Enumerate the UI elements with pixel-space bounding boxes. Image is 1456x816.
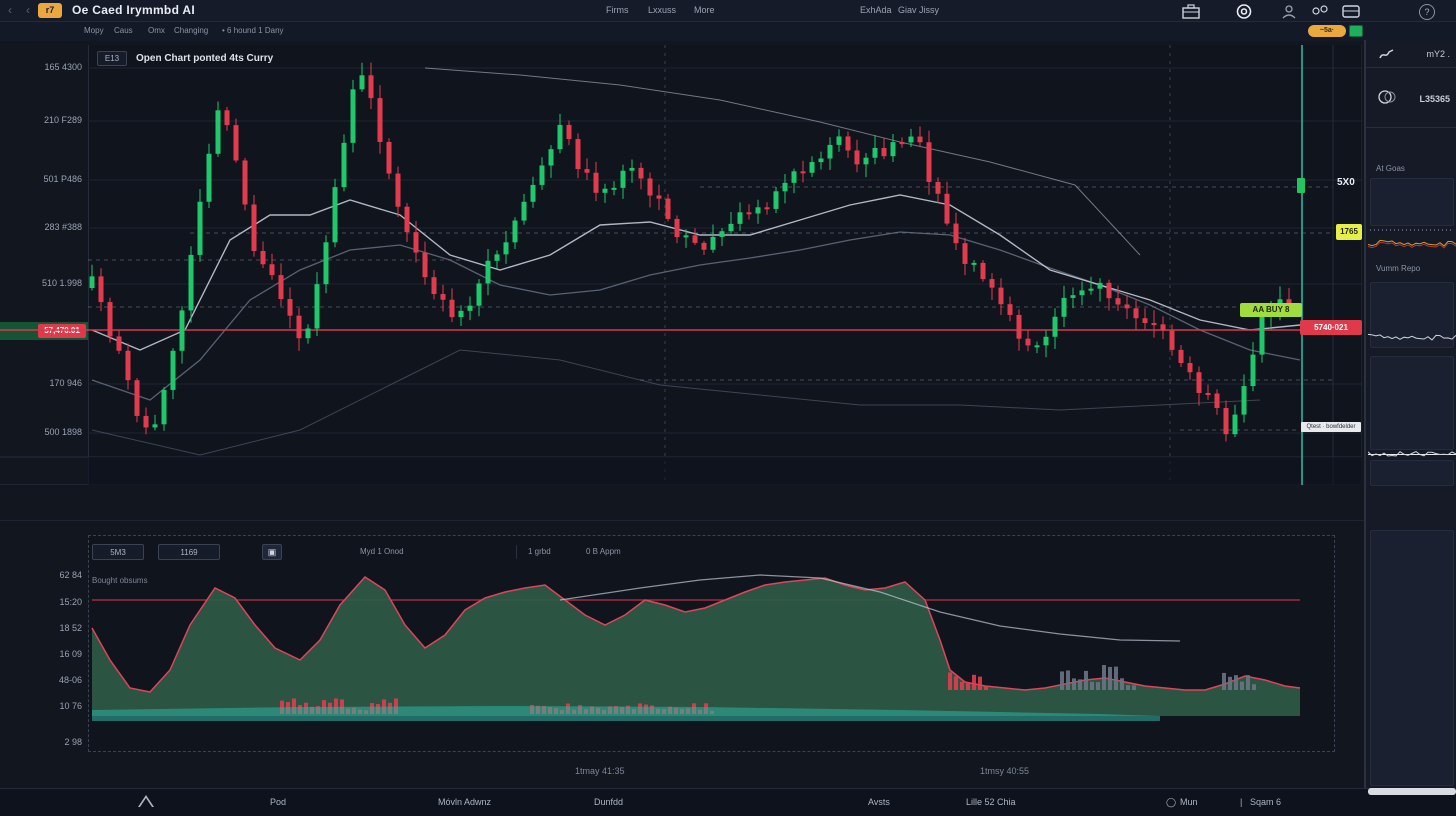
sidebar-panel[interactable] — [1370, 178, 1454, 226]
buy-signal-tag[interactable]: AA BUY 8 — [1240, 303, 1302, 317]
forward-icon[interactable]: ‹ — [26, 3, 30, 17]
indicator-stat: 1 grbd — [528, 547, 551, 556]
confirm-button[interactable] — [1349, 25, 1363, 37]
interval-button[interactable]: 5M3 — [92, 544, 144, 560]
status-divider: | — [1240, 797, 1242, 807]
indicator-axis-label: 18 52 — [4, 623, 82, 633]
status-item-pod[interactable]: Pod — [270, 797, 286, 807]
top-header-bar: ‹ ‹ r7 Oe Caed Irymmbd AI Firms Lxxuss M… — [0, 0, 1456, 22]
indicator-axis-label: 62 84 — [4, 570, 82, 580]
user-icon[interactable] — [1280, 4, 1298, 19]
status-item-dunfdd[interactable]: Dunfdd — [594, 797, 623, 807]
indicator-axis-label: 10 76 — [4, 701, 82, 711]
back-icon[interactable]: ‹ — [8, 3, 12, 17]
subnav-item-omx[interactable]: Omx — [148, 26, 165, 35]
sidebar-panel[interactable] — [1370, 356, 1454, 450]
sidebar-row-label: mY2 . — [1426, 49, 1450, 59]
accounts-icon[interactable] — [1312, 4, 1330, 19]
indicator-axis-label: 2 98 — [4, 737, 82, 747]
signal-marker — [1297, 178, 1305, 193]
status-item-movln[interactable]: Móvln Adwnz — [438, 797, 491, 807]
nav-item-more[interactable]: More — [694, 5, 715, 15]
status-item-avsts[interactable]: Avsts — [868, 797, 890, 807]
clock-icon: ◯ — [1166, 797, 1176, 808]
nav-item-exhada[interactable]: ExhAda — [860, 5, 892, 15]
help-icon[interactable]: ? — [1419, 4, 1435, 20]
subnav-item-changing[interactable]: Changing — [174, 26, 208, 35]
indicator-label: Bought obsums — [92, 576, 148, 585]
chart-tool-button[interactable]: E13 — [97, 51, 127, 66]
nav-item-giav[interactable]: Giav Jissy — [898, 5, 939, 15]
chart-title: Open Chart ponted 4ts Curry — [136, 53, 273, 64]
status-bar: Pod Móvln Adwnz Dunfdd Avsts Lille 52 Ch… — [0, 788, 1456, 816]
status-item-mun[interactable]: Mun — [1180, 797, 1198, 807]
last-price-tag: 5740·021 — [1300, 320, 1362, 335]
candles — [90, 63, 1292, 442]
subnav-item-caus[interactable]: Caus — [114, 26, 133, 35]
multicolor-sparkline — [1368, 236, 1456, 250]
flat-sparkline — [1370, 226, 1454, 234]
nav-item-lxxuss[interactable]: Lxxuss — [648, 5, 676, 15]
sidebar-row-tools[interactable]: mY2 . — [1366, 40, 1456, 68]
right-axis-label: 5X0 — [1337, 177, 1355, 188]
candlestick-plot[interactable] — [0, 45, 1362, 485]
target-icon[interactable] — [1235, 4, 1253, 19]
wallet-icon[interactable] — [1342, 4, 1360, 19]
coin-icon — [1378, 90, 1396, 109]
panel-divider — [0, 520, 1456, 521]
panel-settings-icon[interactable]: ▣ — [262, 544, 282, 560]
sidebar-section-label: At Goas — [1376, 164, 1405, 173]
annotation-tag[interactable]: Qtest · bowfdelder — [1301, 422, 1361, 432]
sidebar-row-symbol[interactable]: L35365 — [1366, 68, 1456, 128]
status-item-lille[interactable]: Lille 52 Chia — [966, 797, 1016, 807]
indicator-axis-label: 48-06 — [4, 675, 82, 685]
trading-app: ‹ ‹ r7 Oe Caed Irymmbd AI Firms Lxxuss M… — [0, 0, 1456, 816]
indicator-axis-label: 15:20 — [4, 597, 82, 607]
time-axis-label: 1tmay 41:35 — [575, 766, 625, 776]
sub-nav-bar: Mopy Caus Omx Changing • 6 hound 1 Dany — [0, 22, 1456, 41]
stat-divider — [516, 545, 517, 559]
indicator-plot[interactable] — [88, 535, 1335, 752]
sidebar-panel[interactable] — [1370, 460, 1454, 486]
draw-icon — [1378, 47, 1396, 66]
app-logo[interactable]: r7 — [38, 3, 62, 18]
horizontal-scrollbar[interactable] — [1368, 788, 1456, 795]
period-button[interactable]: 1169 — [158, 544, 220, 560]
time-axis-label: 1tmsy 40:55 — [980, 766, 1029, 776]
indicator-stat: Myd 1 Onod — [360, 547, 404, 556]
subnav-item-mopy[interactable]: Mopy — [84, 26, 104, 35]
status-item-sqam[interactable]: Sqam 6 — [1250, 797, 1281, 807]
indicator-axis-label: 16 09 — [4, 649, 82, 659]
briefcase-icon[interactable] — [1182, 4, 1200, 19]
app-title: Oe Caed Irymmbd AI — [72, 3, 195, 17]
right-sidebar: mY2 . L35365 At Goas Vumm Repo — [1364, 40, 1456, 788]
sidebar-panel[interactable] — [1370, 530, 1454, 786]
triangle-icon[interactable] — [138, 795, 154, 807]
white-sparkline — [1368, 330, 1456, 344]
indicator-stat: 0 B Appm — [586, 547, 621, 556]
white-sparkline — [1368, 448, 1456, 460]
sale-button[interactable]: ~5a· — [1308, 25, 1346, 37]
sidebar-section-label: Vumm Repo — [1376, 264, 1420, 273]
nav-item-firms[interactable]: Firms — [606, 5, 629, 15]
symbol-value: L35365 — [1419, 94, 1450, 104]
alert-price-tag[interactable]: 1765 — [1336, 224, 1362, 240]
subnav-item-status: • 6 hound 1 Dany — [222, 26, 284, 35]
